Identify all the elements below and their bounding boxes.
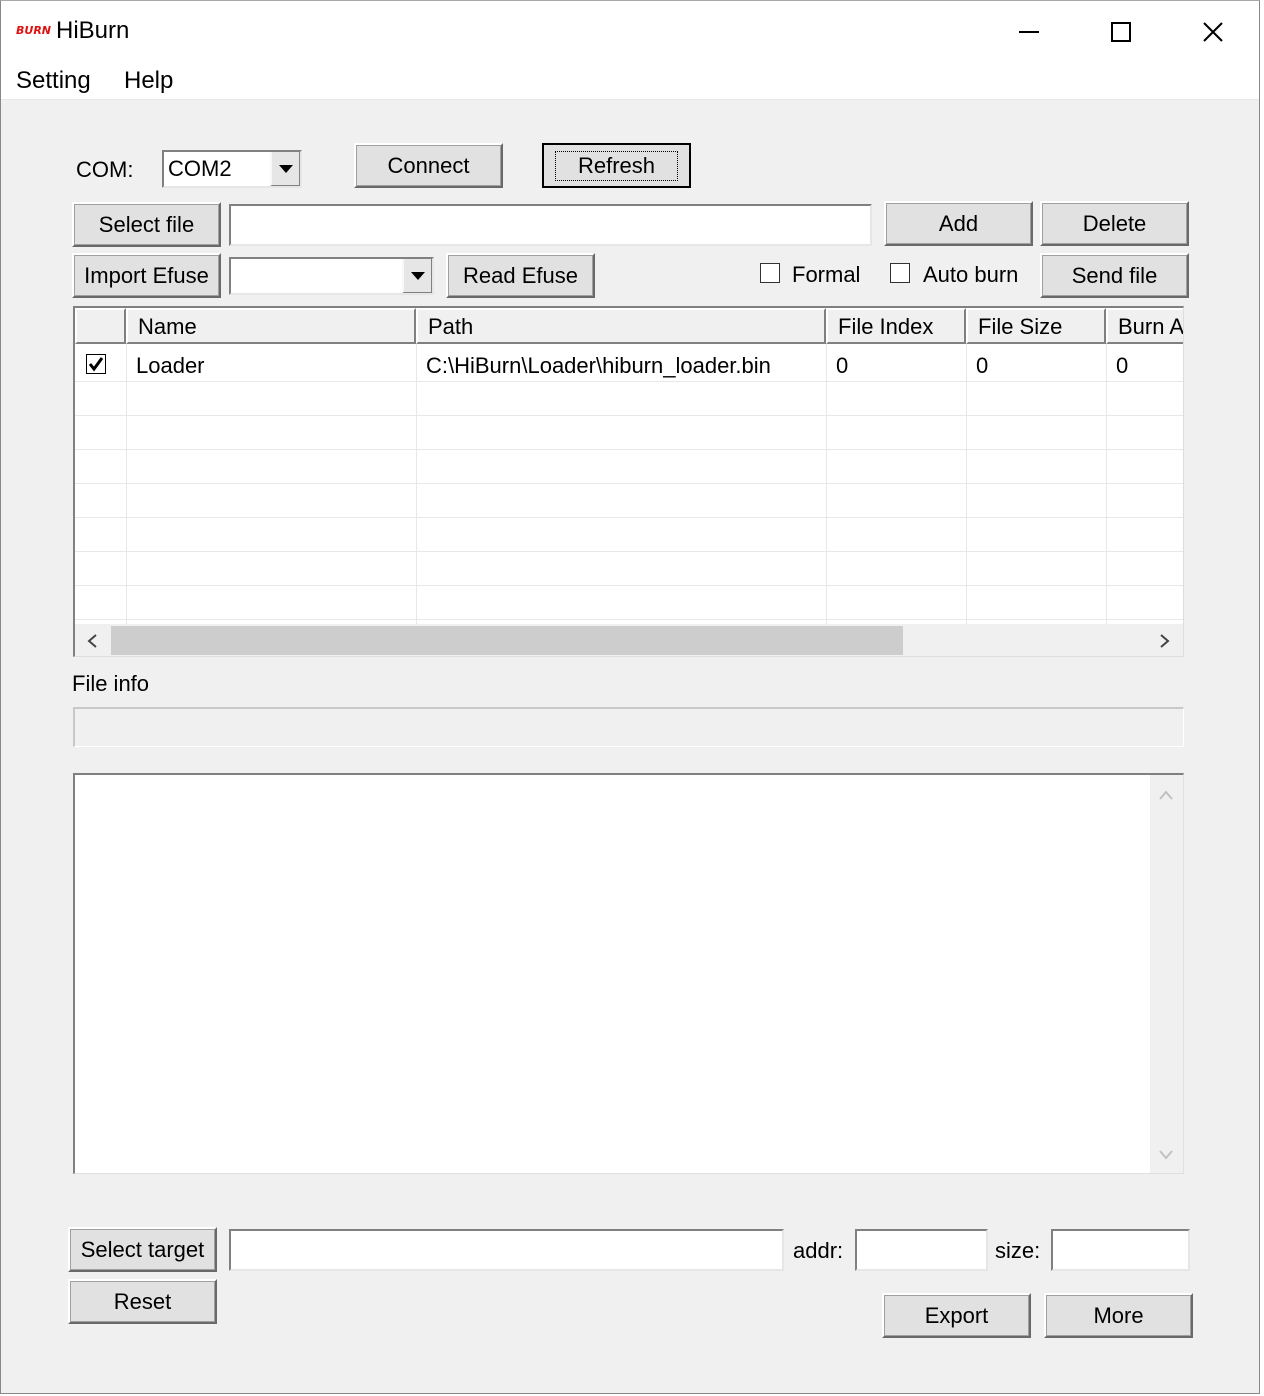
target-input[interactable] bbox=[229, 1229, 784, 1271]
refresh-button[interactable]: Refresh bbox=[542, 143, 691, 188]
size-input[interactable] bbox=[1051, 1229, 1190, 1271]
reset-button[interactable]: Reset bbox=[68, 1279, 217, 1324]
grid-line bbox=[966, 344, 967, 624]
row-burn-addr: 0 bbox=[1116, 353, 1129, 378]
dropdown-arrow-icon bbox=[410, 271, 425, 280]
column-header-select[interactable] bbox=[75, 308, 126, 344]
export-button[interactable]: Export bbox=[882, 1293, 1031, 1338]
menu-setting[interactable]: Setting bbox=[16, 67, 91, 95]
grid-line bbox=[826, 344, 827, 624]
file-table: Name Path File Index File Size Burn A Lo bbox=[73, 306, 1184, 657]
file-info-bar bbox=[73, 707, 1184, 747]
read-efuse-button[interactable]: Read Efuse bbox=[446, 253, 595, 298]
select-file-button[interactable]: Select file bbox=[72, 202, 221, 247]
com-select-value: COM2 bbox=[168, 156, 232, 181]
table-header: Name Path File Index File Size Burn A bbox=[75, 308, 1183, 344]
file-info-label: File info bbox=[72, 671, 150, 696]
send-file-button[interactable]: Send file bbox=[1040, 253, 1189, 298]
log-output-area[interactable] bbox=[73, 773, 1184, 1174]
import-efuse-button[interactable]: Import Efuse bbox=[72, 253, 221, 298]
grid-line bbox=[75, 517, 1183, 518]
more-button[interactable]: More bbox=[1044, 1293, 1193, 1338]
checkmark-icon bbox=[88, 357, 104, 372]
addr-input[interactable] bbox=[855, 1229, 988, 1271]
grid-line bbox=[416, 344, 417, 624]
auto-burn-checkbox[interactable] bbox=[890, 263, 910, 283]
grid-line bbox=[75, 483, 1183, 484]
maximize-icon bbox=[1111, 22, 1131, 42]
grid-line bbox=[75, 619, 1183, 620]
title-bar: BURN HiBurn bbox=[1, 1, 1259, 63]
maximize-button[interactable] bbox=[1075, 1, 1167, 63]
select-target-button[interactable]: Select target bbox=[68, 1227, 217, 1272]
refresh-button-label: Refresh bbox=[554, 150, 679, 181]
row-checkbox[interactable] bbox=[86, 354, 106, 374]
scroll-up-icon[interactable] bbox=[1158, 789, 1174, 801]
delete-button[interactable]: Delete bbox=[1040, 201, 1189, 246]
column-header-burn-addr[interactable]: Burn A bbox=[1106, 308, 1183, 344]
row-path: C:\HiBurn\Loader\hiburn_loader.bin bbox=[426, 353, 771, 378]
com-select[interactable]: COM2 bbox=[162, 150, 302, 188]
row-file-index: 0 bbox=[836, 353, 849, 378]
row-file-size: 0 bbox=[976, 353, 989, 378]
scroll-right-icon[interactable] bbox=[1158, 633, 1172, 649]
connect-button[interactable]: Connect bbox=[354, 143, 503, 188]
close-icon bbox=[1203, 22, 1223, 42]
column-header-file-size[interactable]: File Size bbox=[966, 308, 1106, 344]
auto-burn-label: Auto burn bbox=[923, 262, 1019, 287]
menu-help[interactable]: Help bbox=[124, 67, 173, 95]
minimize-button[interactable] bbox=[983, 1, 1075, 63]
minimize-icon bbox=[1019, 31, 1039, 33]
log-vertical-scrollbar[interactable] bbox=[1150, 775, 1183, 1173]
grid-line bbox=[75, 449, 1183, 450]
column-header-name[interactable]: Name bbox=[126, 308, 416, 344]
add-button[interactable]: Add bbox=[884, 201, 1033, 246]
efuse-dropdown-button[interactable] bbox=[402, 259, 432, 293]
grid-line bbox=[75, 585, 1183, 586]
formal-checkbox[interactable] bbox=[760, 263, 780, 283]
size-label: size: bbox=[995, 1238, 1041, 1263]
column-header-file-index[interactable]: File Index bbox=[826, 308, 966, 344]
close-button[interactable] bbox=[1167, 1, 1259, 63]
grid-line bbox=[75, 381, 1183, 382]
dropdown-arrow-icon bbox=[278, 164, 293, 173]
window-title: HiBurn bbox=[56, 17, 130, 44]
com-label: COM: bbox=[76, 157, 134, 182]
app-logo: BURN bbox=[16, 24, 51, 37]
formal-label: Formal bbox=[792, 262, 861, 287]
grid-line bbox=[75, 551, 1183, 552]
scroll-down-icon[interactable] bbox=[1158, 1149, 1174, 1161]
grid-line bbox=[1106, 344, 1107, 624]
com-dropdown-button[interactable] bbox=[270, 152, 300, 186]
table-horizontal-scrollbar[interactable] bbox=[75, 624, 1183, 656]
addr-label: addr: bbox=[793, 1238, 844, 1263]
file-path-input[interactable] bbox=[229, 204, 872, 246]
row-name: Loader bbox=[136, 353, 205, 378]
efuse-select[interactable] bbox=[229, 257, 434, 295]
hiburn-window: BURN HiBurn Setting Help COM: COM2 Conne… bbox=[0, 0, 1260, 1394]
grid-line bbox=[75, 415, 1183, 416]
scrollbar-thumb[interactable] bbox=[111, 626, 903, 655]
column-header-path[interactable]: Path bbox=[416, 308, 826, 344]
scroll-left-icon[interactable] bbox=[85, 633, 99, 649]
grid-line bbox=[126, 344, 127, 624]
menu-bar: Setting Help bbox=[1, 63, 1259, 100]
